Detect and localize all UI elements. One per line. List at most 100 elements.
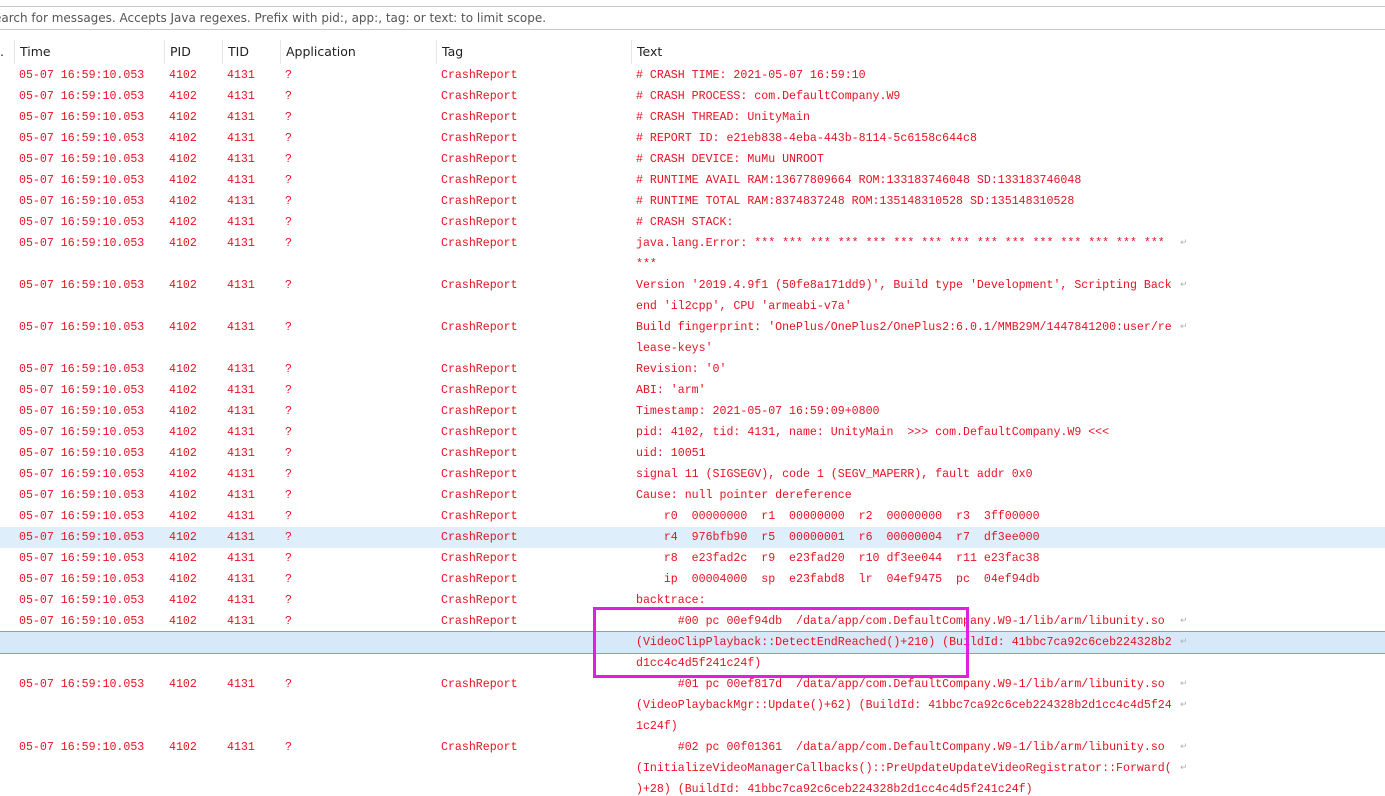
log-time: 05-07 16:59:10.053 xyxy=(19,594,145,607)
log-message: Timestamp: 2021-05-07 16:59:09+0800 xyxy=(636,401,1176,422)
log-pid: 4102 xyxy=(169,741,197,754)
log-message: # CRASH STACK: xyxy=(636,212,1176,233)
log-application: ? xyxy=(285,468,292,481)
log-row[interactable]: 05-07 16:59:10.053 4102 4131? CrashReport pi… xyxy=(0,422,1385,443)
log-message: ABI: 'arm' xyxy=(636,380,1176,401)
log-row[interactable]: 05-07 16:59:10.053 4102 4131? CrashReport #… xyxy=(0,737,1385,796)
log-application: ? xyxy=(285,489,292,502)
log-row[interactable]: 05-07 16:59:10.053 4102 4131? CrashReport Ca… xyxy=(0,485,1385,506)
log-row[interactable]: 05-07 16:59:10.053 4102 4131? CrashReport # … xyxy=(0,149,1385,170)
log-message-line: #02 pc 00f01361 /data/app/com.DefaultCom… xyxy=(636,741,1172,754)
column-header-application[interactable]: Application xyxy=(280,40,436,64)
log-time: 05-07 16:59:10.053 xyxy=(19,405,145,418)
log-pid: 4102 xyxy=(169,531,197,544)
log-tag: CrashReport xyxy=(441,90,518,103)
log-application: ? xyxy=(285,132,292,145)
log-row[interactable]: 05-07 16:59:10.053 4102 4131? CrashReport r… xyxy=(0,548,1385,569)
column-header-level[interactable]: . xyxy=(0,40,14,64)
line-wrap-icon: ↵ xyxy=(1180,742,1188,752)
log-message-line: # CRASH PROCESS: com.DefaultCompany.W9 xyxy=(636,90,901,103)
search-input[interactable] xyxy=(0,7,1385,29)
log-pid: 4102 xyxy=(169,153,197,166)
log-time: 05-07 16:59:10.053 xyxy=(19,426,145,439)
log-row[interactable]: 05-07 16:59:10.053 4102 4131? CrashReport # … xyxy=(0,191,1385,212)
line-wrap-icon: ↵ xyxy=(1180,679,1188,689)
log-message: Build fingerprint: 'OnePlus/OnePlus2/One… xyxy=(636,317,1176,359)
log-row[interactable]: 05-07 16:59:10.053 4102 4131? CrashReport Ve… xyxy=(0,275,1385,317)
log-message-line: Cause: null pointer dereference xyxy=(636,489,852,502)
log-message: java.lang.Error: *** *** *** *** *** ***… xyxy=(636,233,1176,275)
log-time: 05-07 16:59:10.053 xyxy=(19,615,145,628)
line-wrap-icon: ↵ xyxy=(1180,700,1188,710)
log-tid: 4131 xyxy=(227,111,255,124)
log-time: 05-07 16:59:10.053 xyxy=(19,69,145,82)
log-row[interactable]: 05-07 16:59:10.053 4102 4131? CrashReport Bu… xyxy=(0,317,1385,359)
log-tag: CrashReport xyxy=(441,363,518,376)
log-time: 05-07 16:59:10.053 xyxy=(19,741,145,754)
log-time: 05-07 16:59:10.053 xyxy=(19,321,145,334)
log-row[interactable]: 05-07 16:59:10.053 4102 4131? CrashReport r… xyxy=(0,506,1385,527)
log-application: ? xyxy=(285,552,292,565)
log-message: ip 00004000 sp e23fabd8 lr 04ef9475 pc 0… xyxy=(636,569,1176,590)
log-time: 05-07 16:59:10.053 xyxy=(19,489,145,502)
line-wrap-icon: ↵ xyxy=(1180,280,1188,290)
log-pid: 4102 xyxy=(169,237,197,250)
log-row[interactable]: 05-07 16:59:10.053 4102 4131? CrashReport # … xyxy=(0,128,1385,149)
log-row[interactable]: 05-07 16:59:10.053 4102 4131? CrashReport # … xyxy=(0,65,1385,86)
log-row[interactable]: 05-07 16:59:10.053 4102 4131? CrashReport si… xyxy=(0,464,1385,485)
log-tid: 4131 xyxy=(227,531,255,544)
log-application: ? xyxy=(285,678,292,691)
log-message-line: (InitializeVideoManagerCallbacks()::PreU… xyxy=(636,762,1172,775)
log-message-line: (VideoClipPlayback::DetectEndReached()+2… xyxy=(636,636,1172,649)
log-message-line: # CRASH STACK: xyxy=(636,216,734,229)
log-tag: CrashReport xyxy=(441,132,518,145)
log-message-line: # CRASH DEVICE: MuMu UNROOT xyxy=(636,153,824,166)
log-row[interactable]: 05-07 16:59:10.053 4102 4131? CrashReport # … xyxy=(0,107,1385,128)
log-tag: CrashReport xyxy=(441,510,518,523)
log-row[interactable]: 05-07 16:59:10.053 4102 4131? CrashReport #… xyxy=(0,611,1385,674)
column-header-tid[interactable]: TID xyxy=(222,40,280,64)
log-message-line: #01 pc 00ef817d /data/app/com.DefaultCom… xyxy=(636,678,1172,691)
log-message: # CRASH TIME: 2021-05-07 16:59:10 xyxy=(636,65,1176,86)
log-message-line: end 'il2cpp', CPU 'armeabi-v7a' xyxy=(636,300,852,313)
log-application: ? xyxy=(285,447,292,460)
log-tid: 4131 xyxy=(227,132,255,145)
log-row[interactable]: 05-07 16:59:10.053 4102 4131? CrashReport #… xyxy=(0,674,1385,737)
log-tid: 4131 xyxy=(227,447,255,460)
log-table-body[interactable]: 05-07 16:59:10.053 4102 4131? CrashReport # … xyxy=(0,65,1385,796)
log-application: ? xyxy=(285,594,292,607)
log-tid: 4131 xyxy=(227,153,255,166)
log-row[interactable]: 05-07 16:59:10.053 4102 4131? CrashReport ui… xyxy=(0,443,1385,464)
log-tag: CrashReport xyxy=(441,153,518,166)
log-row[interactable]: 05-07 16:59:10.053 4102 4131? CrashReport # … xyxy=(0,170,1385,191)
log-tid: 4131 xyxy=(227,216,255,229)
log-tag: CrashReport xyxy=(441,111,518,124)
log-table-header: . Time PID TID Application Tag Text xyxy=(0,40,1385,64)
column-header-text[interactable]: Text xyxy=(631,40,1385,64)
column-header-pid[interactable]: PID xyxy=(164,40,222,64)
log-tid: 4131 xyxy=(227,426,255,439)
log-message-line: Version '2019.4.9f1 (50fe8a171dd9)', Bui… xyxy=(636,279,1172,292)
log-tid: 4131 xyxy=(227,510,255,523)
log-message: # CRASH PROCESS: com.DefaultCompany.W9 xyxy=(636,86,1176,107)
line-wrap-icon: ↵ xyxy=(1180,616,1188,626)
log-application: ? xyxy=(285,216,292,229)
log-message-line: )+28) (BuildId: 41bbc7ca92c6ceb224328b2d… xyxy=(636,783,1033,796)
column-header-time[interactable]: Time xyxy=(14,40,164,64)
log-row[interactable]: 05-07 16:59:10.053 4102 4131? CrashReport r… xyxy=(0,527,1385,548)
log-row[interactable]: 05-07 16:59:10.053 4102 4131? CrashReport ba… xyxy=(0,590,1385,611)
log-row[interactable]: 05-07 16:59:10.053 4102 4131? CrashReport Ti… xyxy=(0,401,1385,422)
log-row[interactable]: 05-07 16:59:10.053 4102 4131? CrashReport AB… xyxy=(0,380,1385,401)
log-pid: 4102 xyxy=(169,174,197,187)
log-row[interactable]: 05-07 16:59:10.053 4102 4131? CrashReport ja… xyxy=(0,233,1385,275)
log-row[interactable]: 05-07 16:59:10.053 4102 4131? CrashReport # … xyxy=(0,212,1385,233)
log-tag: CrashReport xyxy=(441,741,518,754)
log-tag: CrashReport xyxy=(441,174,518,187)
log-row[interactable]: 05-07 16:59:10.053 4102 4131? CrashReport # … xyxy=(0,86,1385,107)
log-pid: 4102 xyxy=(169,69,197,82)
log-message: #00 pc 00ef94db /data/app/com.DefaultCom… xyxy=(636,611,1176,674)
log-row[interactable]: 05-07 16:59:10.053 4102 4131? CrashReport Re… xyxy=(0,359,1385,380)
column-header-tag[interactable]: Tag xyxy=(436,40,631,64)
log-tag: CrashReport xyxy=(441,489,518,502)
log-row[interactable]: 05-07 16:59:10.053 4102 4131? CrashReport i… xyxy=(0,569,1385,590)
